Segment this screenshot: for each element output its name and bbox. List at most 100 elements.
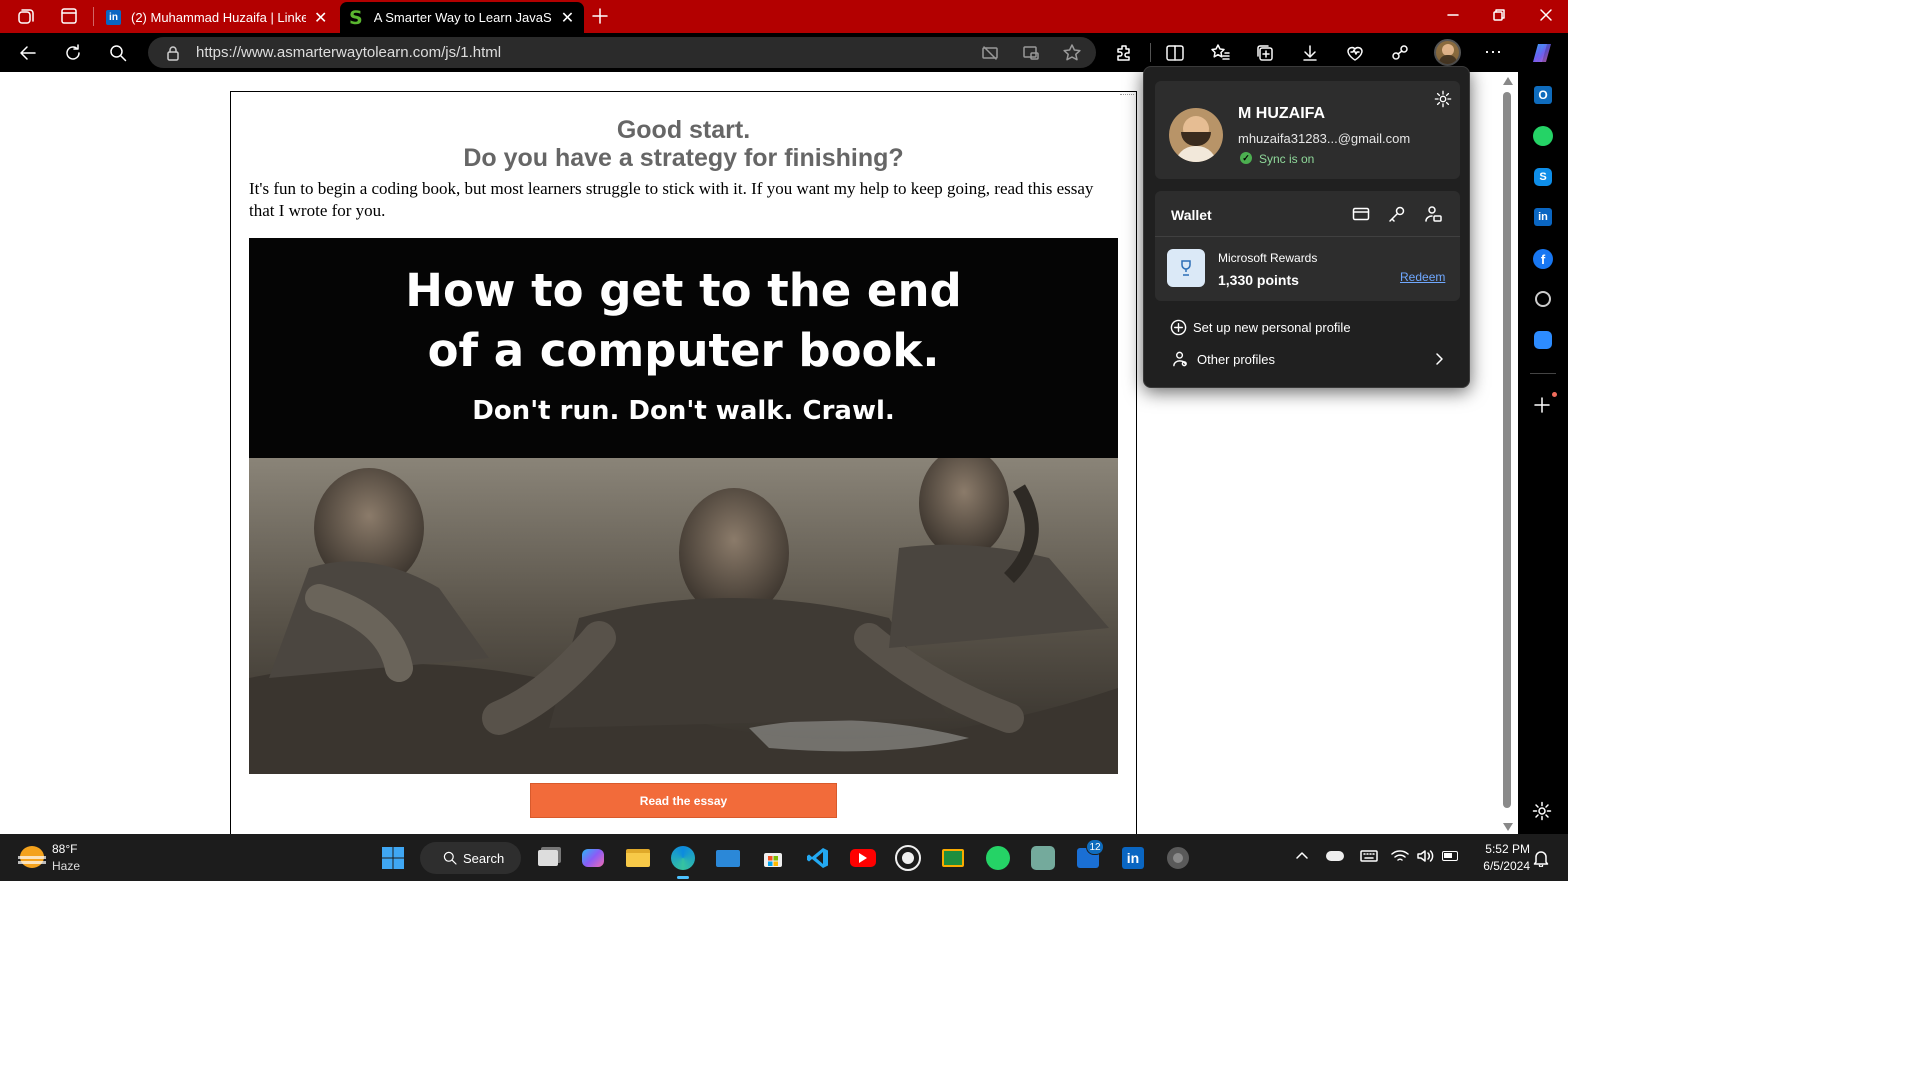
outlook-icon[interactable]: O [1534, 86, 1552, 104]
wifi-icon[interactable] [1391, 848, 1409, 864]
workspaces-icon[interactable] [16, 7, 36, 27]
wallet-label[interactable]: Wallet [1171, 207, 1212, 223]
performance-icon[interactable] [1390, 43, 1410, 63]
close-tab-icon[interactable]: ✕ [314, 8, 327, 28]
start-icon[interactable] [377, 842, 409, 874]
google-classroom-icon[interactable] [937, 842, 969, 874]
tab-linkedin[interactable]: in (2) Muhammad Huzaifa | LinkedIn ✕ [100, 2, 336, 33]
app-available-icon[interactable] [1022, 44, 1040, 62]
more-options-icon[interactable]: ⋯ [1484, 43, 1502, 61]
mail-icon[interactable] [712, 842, 744, 874]
sync-check-icon: ✓ [1240, 152, 1252, 164]
weather-icon[interactable] [18, 846, 46, 868]
onedrive-icon[interactable] [1326, 851, 1344, 861]
wallet-card: Wallet Microsoft Rewards 1,330 points Re… [1155, 191, 1460, 301]
chatgpt-sidebar-icon[interactable] [1535, 291, 1551, 307]
title-bar: in (2) Muhammad Huzaifa | LinkedIn ✕ S A… [0, 0, 1568, 33]
sidebar-divider [1530, 373, 1556, 374]
skype-icon[interactable]: S [1534, 168, 1552, 186]
youtube-icon[interactable] [847, 842, 879, 874]
tab-divider [93, 7, 94, 26]
scroll-up-icon[interactable] [1503, 77, 1513, 85]
collections-icon[interactable] [1255, 43, 1275, 63]
taskbar-search[interactable]: Search [420, 842, 521, 874]
chatgpt-icon[interactable] [1027, 842, 1059, 874]
teams-icon[interactable]: 12 [1072, 839, 1104, 874]
other-profiles-link[interactable]: Other profiles [1197, 352, 1275, 367]
page-scrollbar[interactable] [1497, 72, 1518, 834]
scroll-down-icon[interactable] [1503, 823, 1513, 831]
url-text[interactable]: https://www.asmarterwaytolearn.com/js/1.… [196, 44, 501, 61]
show-hidden-icons[interactable] [1295, 849, 1309, 863]
whatsapp-icon[interactable] [1533, 126, 1553, 146]
new-profile-link[interactable]: Set up new personal profile [1193, 320, 1351, 335]
tab-actions-icon[interactable] [60, 7, 78, 25]
zoom-icon[interactable] [1534, 331, 1552, 349]
redeem-link[interactable]: Redeem [1400, 270, 1445, 284]
favorite-star-icon[interactable] [1062, 43, 1082, 63]
linkedin-taskbar-icon[interactable]: in [1117, 842, 1149, 874]
sync-status[interactable]: Sync is on [1259, 152, 1314, 166]
add-profile-icon [1170, 319, 1187, 336]
split-screen-icon[interactable] [1165, 43, 1185, 63]
profile-settings-icon[interactable] [1434, 90, 1452, 108]
clock-time[interactable]: 5:52 PM [1474, 842, 1530, 856]
tab-smarter-way[interactable]: S A Smarter Way to Learn JavaScript ✕ [340, 2, 584, 33]
keyboard-icon[interactable] [1360, 849, 1378, 863]
volume-icon[interactable] [1416, 848, 1434, 864]
windows-taskbar: 88°F Haze Search 12 in 5:52 PM 6/5/2024 [0, 834, 1568, 881]
site-favicon-icon: S [349, 6, 363, 29]
battery-icon[interactable] [1442, 851, 1458, 861]
banner-line1: How to get to the end [405, 264, 962, 317]
task-view-icon[interactable] [532, 842, 564, 874]
file-explorer-icon[interactable] [622, 842, 654, 874]
other-profiles-icon [1172, 350, 1189, 368]
whatsapp-taskbar-icon[interactable] [982, 842, 1014, 874]
close-window-icon[interactable] [1538, 7, 1554, 23]
payment-card-icon[interactable] [1352, 205, 1370, 223]
edge-icon[interactable] [667, 842, 699, 879]
back-icon[interactable] [18, 43, 38, 63]
restore-icon[interactable] [1492, 8, 1506, 22]
downloads-icon[interactable] [1300, 43, 1320, 63]
notification-bell-icon[interactable] [1533, 849, 1549, 867]
tab-title: A Smarter Way to Learn JavaScript [373, 10, 552, 25]
minimize-icon[interactable] [1446, 8, 1460, 22]
browser-essentials-icon[interactable] [1345, 43, 1365, 63]
linkedin-sidebar-icon[interactable]: in [1534, 208, 1552, 226]
banner-line3: Don't run. Don't walk. Crawl. [472, 396, 895, 426]
new-tab-icon[interactable] [590, 6, 610, 26]
heading-strategy: Do you have a strategy for finishing? [463, 144, 904, 172]
copilot-icon[interactable] [1530, 41, 1554, 65]
chevron-right-icon[interactable] [1432, 351, 1446, 367]
essay-banner-image[interactable]: How to get to the end of a computer book… [249, 238, 1118, 774]
extensions-icon[interactable] [1114, 43, 1134, 63]
vscode-icon[interactable] [802, 842, 834, 874]
scrollbar-thumb[interactable] [1503, 92, 1511, 808]
clock-date[interactable]: 6/5/2024 [1470, 859, 1530, 873]
lock-icon[interactable] [166, 45, 180, 61]
refresh-icon[interactable] [63, 43, 83, 63]
favorites-icon[interactable] [1210, 43, 1230, 63]
lesson-frame: Good start. Do you have a strategy for f… [230, 91, 1137, 834]
settings-taskbar-icon[interactable] [1162, 842, 1194, 874]
add-sidebar-app-icon[interactable] [1533, 396, 1551, 414]
search-icon[interactable] [108, 43, 128, 63]
github-icon[interactable] [892, 842, 924, 874]
profile-avatar[interactable] [1434, 39, 1461, 66]
weather-desc[interactable]: Haze [52, 859, 80, 873]
edge-sidebar: O S in f [1518, 72, 1568, 834]
copilot-taskbar-icon[interactable] [577, 842, 609, 874]
close-tab-icon[interactable]: ✕ [561, 8, 574, 28]
microsoft-store-icon[interactable] [757, 842, 789, 874]
weather-temp[interactable]: 88°F [52, 842, 77, 856]
read-essay-button[interactable]: Read the essay [530, 783, 837, 818]
sidebar-settings-icon[interactable] [1532, 801, 1552, 821]
personal-info-icon[interactable] [1424, 205, 1442, 223]
passwords-key-icon[interactable] [1388, 205, 1406, 223]
linkedin-icon: in [106, 10, 121, 25]
banner-line2: of a computer book. [427, 324, 940, 377]
tracking-prevention-icon[interactable] [981, 44, 999, 62]
facebook-icon[interactable]: f [1533, 249, 1553, 269]
address-bar[interactable]: https://www.asmarterwaytolearn.com/js/1.… [148, 37, 1096, 68]
